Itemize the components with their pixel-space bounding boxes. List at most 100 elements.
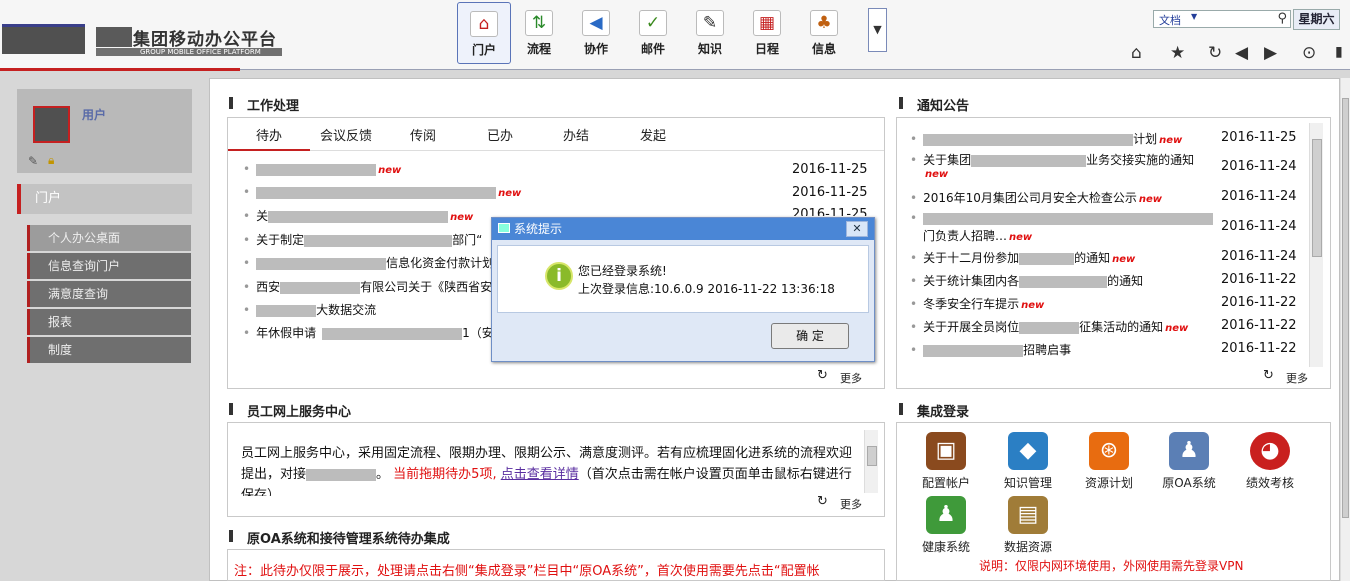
list-item[interactable]: • new xyxy=(243,185,521,199)
tab-finished[interactable]: 办结 xyxy=(563,125,589,144)
list-item[interactable]: • 大数据交流 xyxy=(243,301,376,318)
lock-icon[interactable]: 🔒︎ xyxy=(48,153,54,168)
more-link[interactable]: 更多 xyxy=(840,496,862,512)
list-item[interactable]: • 计划 new xyxy=(910,130,1182,147)
resource-icon: ⊛ xyxy=(1089,432,1129,470)
item-date: 2016-11-25 xyxy=(792,185,868,200)
list-item[interactable]: • 关 new xyxy=(243,207,473,224)
page-scrollbar[interactable] xyxy=(1340,78,1350,581)
back-arrow-icon[interactable]: ◀ xyxy=(1235,43,1248,63)
weekday-badge: 星期六 xyxy=(1293,9,1340,30)
window-icon xyxy=(498,223,510,233)
search-icon[interactable]: ⚲ xyxy=(1277,11,1287,26)
dialog-last-login: 上次登录信息:10.6.0.9 2016-11-22 13:36:18 xyxy=(578,282,835,296)
section-title-integrated: 集成登录 xyxy=(899,401,969,420)
item-date: 2016-11-24 xyxy=(1221,189,1297,204)
sidebar-item-personal-desktop[interactable]: 个人办公桌面 xyxy=(27,225,191,251)
info-icon: i xyxy=(545,262,573,290)
search-type-select[interactable]: 文档 xyxy=(1159,12,1181,28)
app-performance[interactable]: ◕ 绩效考核 xyxy=(1240,432,1300,491)
list-item[interactable]: • 招聘启事 xyxy=(910,341,1071,358)
sidebar-menu-title[interactable]: 门户 xyxy=(17,184,192,214)
list-item[interactable]: • 关于集团 业务交接实施的通知 xyxy=(910,151,1194,168)
nav-label: 门户 xyxy=(471,43,496,57)
nav-info[interactable]: ♣ 信息 xyxy=(797,2,851,64)
app-config-account[interactable]: ▣ 配置帐户 xyxy=(916,432,976,491)
nav-label: 协作 xyxy=(583,42,608,56)
app-old-oa[interactable]: ♟ 原OA系统 xyxy=(1159,432,1219,491)
item-date: 2016-11-22 xyxy=(1221,341,1297,356)
app-health[interactable]: ♟ 健康系统 xyxy=(916,496,976,555)
username: 用户 xyxy=(82,108,107,122)
home-icon[interactable]: ⌂ xyxy=(1131,43,1142,63)
edit-icon[interactable]: ✎ xyxy=(28,154,38,168)
nav-schedule[interactable]: ▦ 日程 xyxy=(740,2,794,64)
header-accent-line xyxy=(0,68,240,71)
list-item-continuation: 门负责人招聘… new xyxy=(923,229,1033,243)
refresh-icon[interactable]: ↻ xyxy=(817,368,828,383)
nav-workflow[interactable]: ⇅ 流程 xyxy=(512,2,566,64)
tab-meeting-feedback[interactable]: 会议反馈 xyxy=(320,125,372,144)
list-item[interactable]: • 关于制定 部门“ xyxy=(243,231,482,248)
refresh-icon[interactable]: ↻ xyxy=(817,494,828,509)
nav-collab[interactable]: ◀ 协作 xyxy=(569,2,623,64)
confirm-button[interactable]: 确 定 xyxy=(771,323,849,349)
nav-knowledge[interactable]: ✎ 知识 xyxy=(683,2,737,64)
nav-mail[interactable]: ✓ 邮件 xyxy=(626,2,680,64)
nav-label: 信息 xyxy=(811,42,836,56)
notice-scrollbar[interactable] xyxy=(1309,123,1323,367)
employee-scrollbar[interactable] xyxy=(864,430,878,493)
list-item[interactable]: • 年休假申请 1（安 xyxy=(243,324,494,341)
dialog-title: 系统提示 xyxy=(492,218,874,240)
close-icon[interactable]: ✕ xyxy=(846,221,868,237)
view-details-link[interactable]: 点击查看详情 xyxy=(501,467,579,482)
info-icon: ♣ xyxy=(810,10,838,36)
list-item[interactable]: • 关于开展全员岗位 征集活动的通知 new xyxy=(910,318,1188,335)
more-icon[interactable]: ▮ xyxy=(1335,44,1343,60)
calendar-icon: ▦ xyxy=(753,10,781,36)
search-box[interactable]: 文档 ▼ ⚲ xyxy=(1153,10,1291,28)
sidebar-item-reports[interactable]: 报表 xyxy=(27,309,191,335)
app-knowledge[interactable]: ◆ 知识管理 xyxy=(998,432,1058,491)
forward-arrow-icon[interactable]: ▶ xyxy=(1264,43,1277,63)
nav-portal[interactable]: ⌂ 门户 xyxy=(457,2,511,64)
item-date: 2016-11-22 xyxy=(1221,272,1297,287)
tab-initiate[interactable]: 发起 xyxy=(640,125,666,144)
item-date: 2016-11-22 xyxy=(1221,318,1297,333)
list-item[interactable]: • 冬季安全行车提示 new xyxy=(910,295,1044,312)
tab-todo[interactable]: 待办 xyxy=(256,125,282,144)
tab-done[interactable]: 已办 xyxy=(487,125,513,144)
more-link[interactable]: 更多 xyxy=(840,370,862,386)
list-item[interactable]: • 关于统计集团内各 的通知 xyxy=(910,272,1143,289)
list-item[interactable]: • 关于十二月份参加 的通知 new xyxy=(910,249,1135,266)
app-data-resource[interactable]: ▤ 数据资源 xyxy=(998,496,1058,555)
mail-icon: ✓ xyxy=(639,10,667,36)
dropdown-circle-icon[interactable]: ⊙ xyxy=(1302,43,1316,63)
list-item[interactable]: • 信息化资金付款计划 xyxy=(243,254,494,271)
star-icon[interactable]: ★ xyxy=(1170,43,1185,63)
refresh-icon[interactable]: ↻ xyxy=(1263,368,1274,383)
tab-circulate[interactable]: 传阅 xyxy=(410,125,436,144)
list-item[interactable]: • 西安 有限公司关于《陕西省安全 xyxy=(243,278,504,295)
avatar[interactable] xyxy=(33,106,70,143)
item-date: 2016-11-24 xyxy=(1221,159,1297,174)
item-date: 2016-11-25 xyxy=(792,207,868,216)
list-item[interactable]: • xyxy=(910,211,1214,225)
list-item[interactable]: • 2016年10月集团公司月安全大检查公示 new xyxy=(910,189,1162,206)
sidebar-item-rules[interactable]: 制度 xyxy=(27,337,191,363)
sidebar-item-info-query[interactable]: 信息查询门户 xyxy=(27,253,191,279)
more-link[interactable]: 更多 xyxy=(1286,370,1308,386)
nav-label: 知识 xyxy=(697,42,722,56)
item-date: 2016-11-24 xyxy=(1221,219,1297,234)
list-item-continuation: new xyxy=(925,169,949,180)
refresh-icon[interactable]: ↻ xyxy=(1208,43,1222,63)
health-user-icon: ♟ xyxy=(926,496,966,534)
sidebar-item-satisfaction[interactable]: 满意度查询 xyxy=(27,281,191,307)
app-resource-plan[interactable]: ⊛ 资源计划 xyxy=(1079,432,1139,491)
nav-expand-button[interactable]: ▼ xyxy=(868,8,887,52)
briefcase-icon: ▣ xyxy=(926,432,966,470)
nav-label: 邮件 xyxy=(640,42,665,56)
dialog-message: 您已经登录系统! xyxy=(578,264,667,278)
list-item[interactable]: • new xyxy=(243,162,401,176)
workflow-icon: ⇅ xyxy=(525,10,553,36)
